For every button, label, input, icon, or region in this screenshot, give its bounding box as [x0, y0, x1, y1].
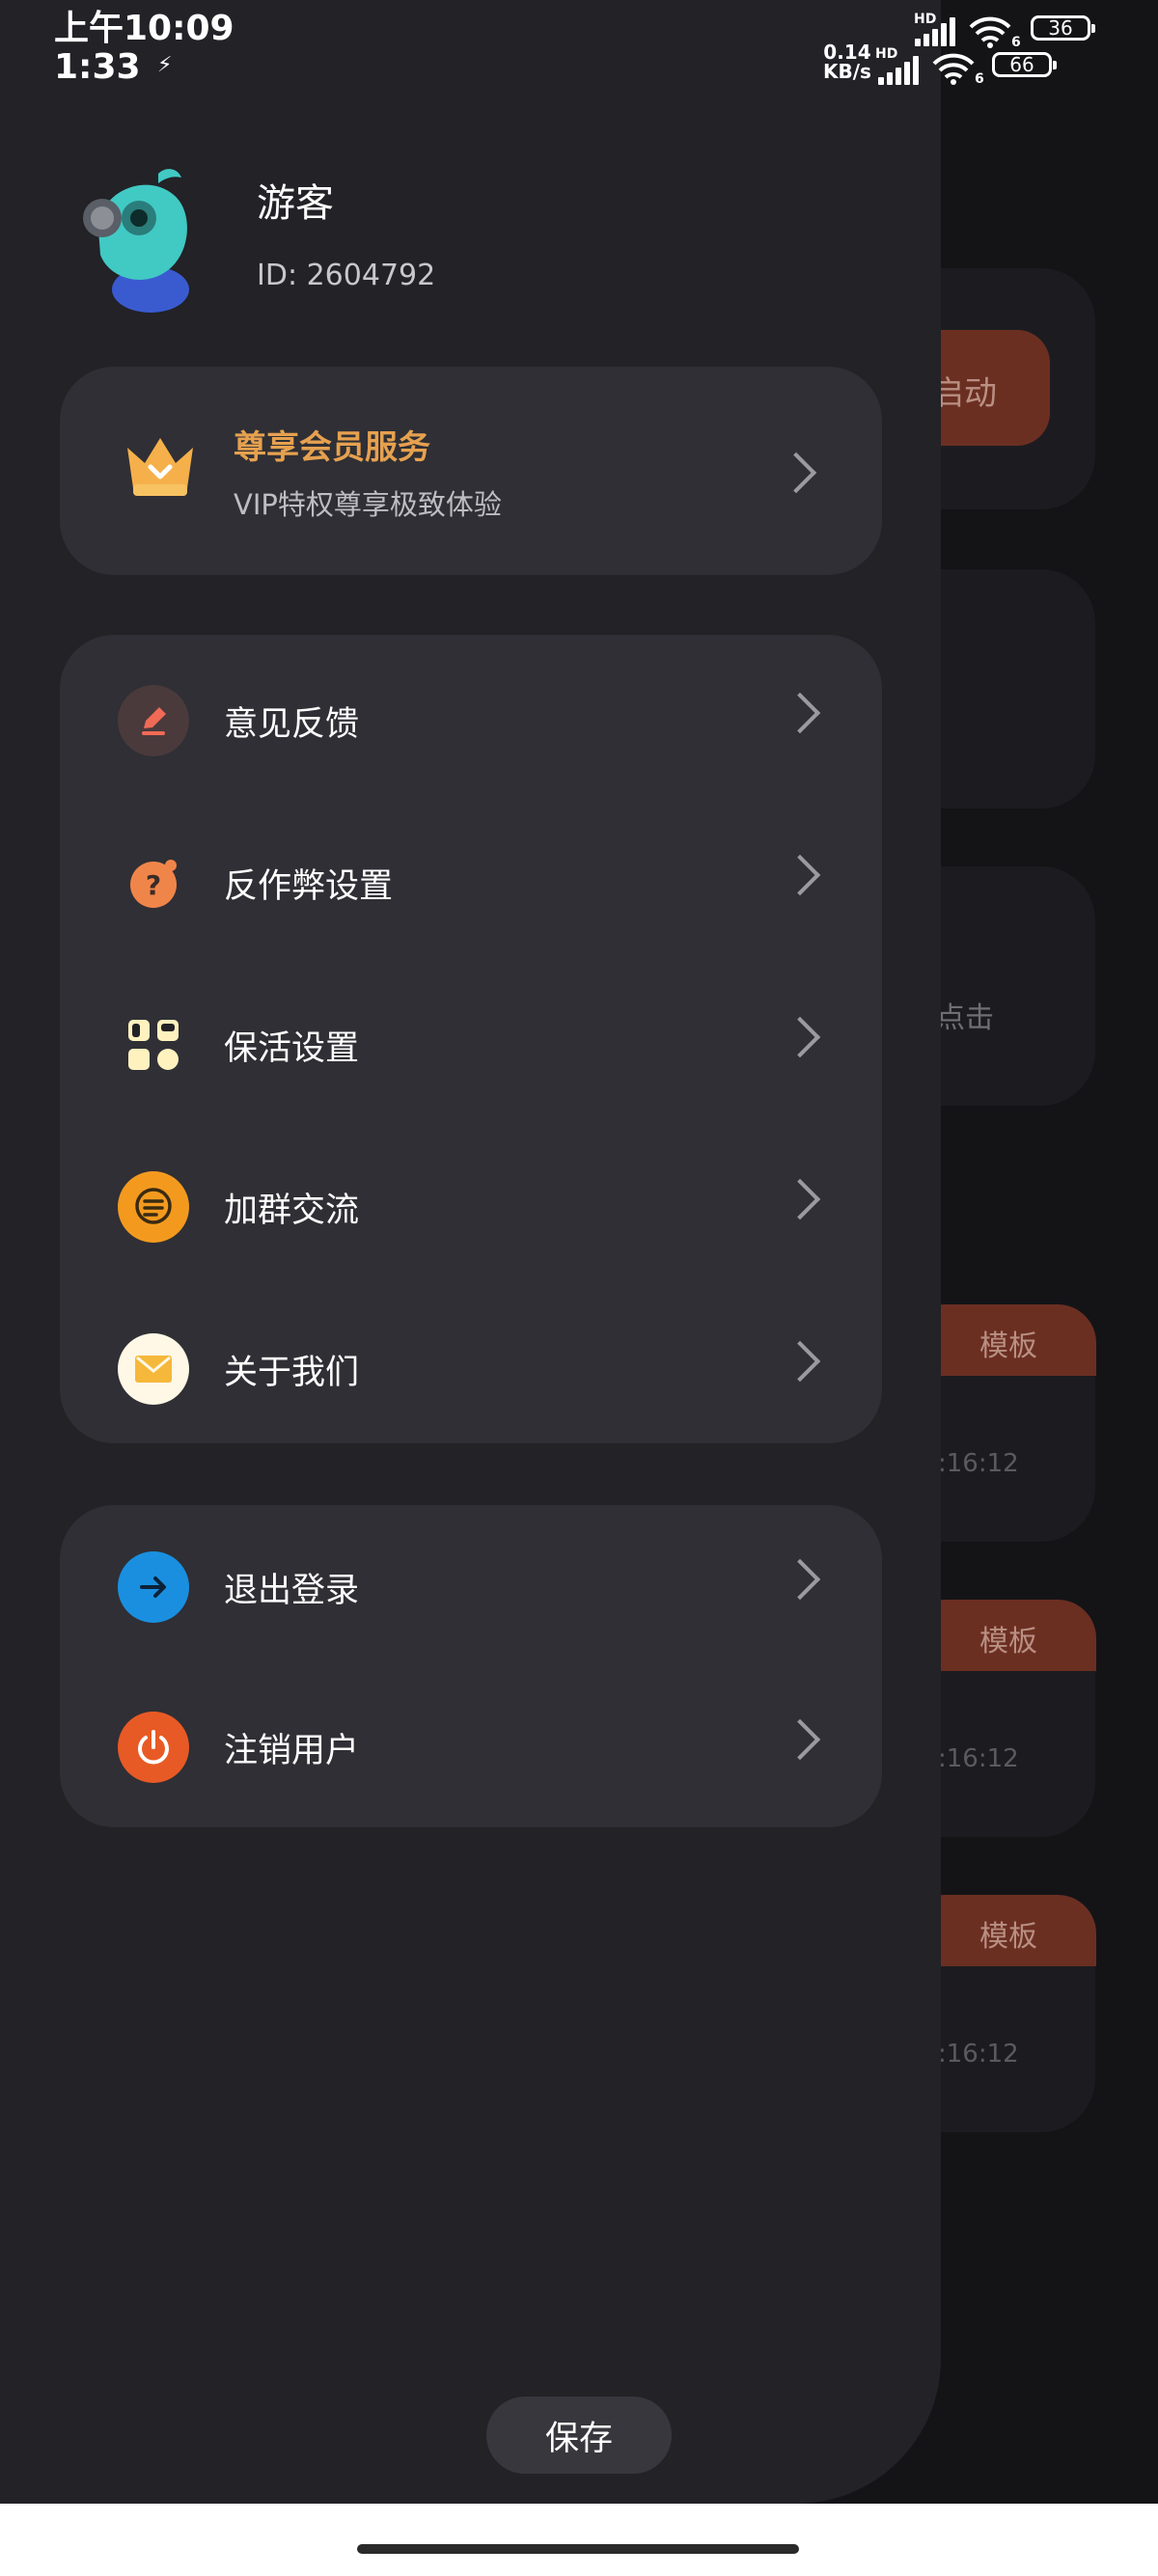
menu-item-feedback[interactable]: 意见反馈	[60, 639, 882, 801]
status-icons: 0.14 KB/s HD HD 6 6 36 66	[801, 10, 1119, 87]
user-id: ID: 2604792	[257, 259, 436, 292]
menu-item-logout[interactable]: 退出登录	[60, 1505, 882, 1667]
bg-template-tag-label: 模板	[979, 1625, 1037, 1658]
grid-icon	[118, 1009, 189, 1081]
question-icon: ?	[118, 847, 189, 918]
chevron-right-icon	[779, 1178, 821, 1220]
status-time-secondary: 1:33	[54, 47, 141, 87]
bg-template-time: :16:12	[938, 1449, 1019, 1478]
arrow-right-icon	[118, 1551, 189, 1623]
menu-item-label: 退出登录	[224, 1572, 360, 1610]
account-card: 退出登录 注销用户	[60, 1505, 882, 1827]
menu-item-group-chat[interactable]: 加群交流	[60, 1125, 882, 1287]
wifi-icon	[932, 53, 975, 85]
signal-icon	[915, 17, 955, 46]
bg-template-time: :16:12	[938, 1744, 1019, 1773]
save-button[interactable]: 保存	[486, 2397, 672, 2474]
menu-item-about[interactable]: 关于我们	[60, 1287, 882, 1449]
chevron-right-icon	[779, 1558, 821, 1601]
chevron-right-icon	[779, 854, 821, 896]
wifi-icon	[969, 16, 1011, 48]
menu-item-label: 保活设置	[224, 1029, 360, 1068]
svg-text:?: ?	[146, 869, 161, 901]
wifi-badge: 6	[975, 71, 984, 87]
pencil-icon	[118, 685, 189, 756]
wifi-badge: 6	[1011, 35, 1021, 50]
username: 游客	[257, 181, 334, 226]
settings-menu-card: 意见反馈 ? 反作弊设置 保活设置 加群交流 关于我们	[60, 635, 882, 1443]
status-time: 上午10:09	[54, 9, 234, 48]
bg-template-tag-label: 模板	[979, 1920, 1037, 1954]
network-speed: 0.14 KB/s	[823, 41, 871, 83]
battery-icon: 66	[992, 52, 1057, 77]
bg-start-label: 启动	[931, 374, 997, 413]
chameleon-avatar-icon	[83, 169, 189, 313]
chevron-right-icon	[779, 692, 821, 734]
avatar[interactable]	[69, 162, 205, 316]
crown-icon	[127, 438, 193, 496]
home-indicator[interactable]	[357, 2544, 799, 2554]
chevron-right-icon	[779, 1718, 821, 1761]
chevron-right-icon	[779, 1340, 821, 1383]
vip-title: 尊享会员服务	[234, 428, 430, 467]
menu-item-label: 关于我们	[224, 1354, 360, 1392]
menu-item-keepalive[interactable]: 保活设置	[60, 963, 882, 1125]
menu-item-label: 加群交流	[224, 1192, 360, 1230]
battery-icon: 36	[1031, 15, 1095, 41]
chevron-right-icon	[779, 1016, 821, 1058]
bg-template-tag-label: 模板	[979, 1329, 1037, 1363]
mail-icon	[118, 1333, 189, 1405]
chat-icon	[118, 1171, 189, 1243]
menu-item-label: 意见反馈	[224, 705, 360, 744]
bg-click-label: 点击	[936, 1001, 994, 1035]
menu-item-delete-account[interactable]: 注销用户	[60, 1665, 882, 1827]
power-icon	[118, 1712, 189, 1783]
chevron-right-icon	[775, 452, 817, 494]
bg-template-time: :16:12	[938, 2040, 1019, 2069]
menu-item-label: 反作弊设置	[224, 867, 394, 906]
side-drawer: 游客 ID: 2604792 尊享会员服务 VIP特权尊享极致体验 意见反馈 ?…	[0, 0, 941, 2504]
vip-subtitle: VIP特权尊享极致体验	[234, 488, 502, 521]
menu-item-label: 注销用户	[224, 1732, 360, 1770]
vip-service-card[interactable]: 尊享会员服务 VIP特权尊享极致体验	[60, 367, 882, 575]
gesture-bar	[0, 2504, 1158, 2576]
flash-icon: ⚡	[157, 53, 173, 77]
menu-item-anticheat[interactable]: ? 反作弊设置	[60, 801, 882, 963]
signal-icon	[878, 56, 919, 85]
